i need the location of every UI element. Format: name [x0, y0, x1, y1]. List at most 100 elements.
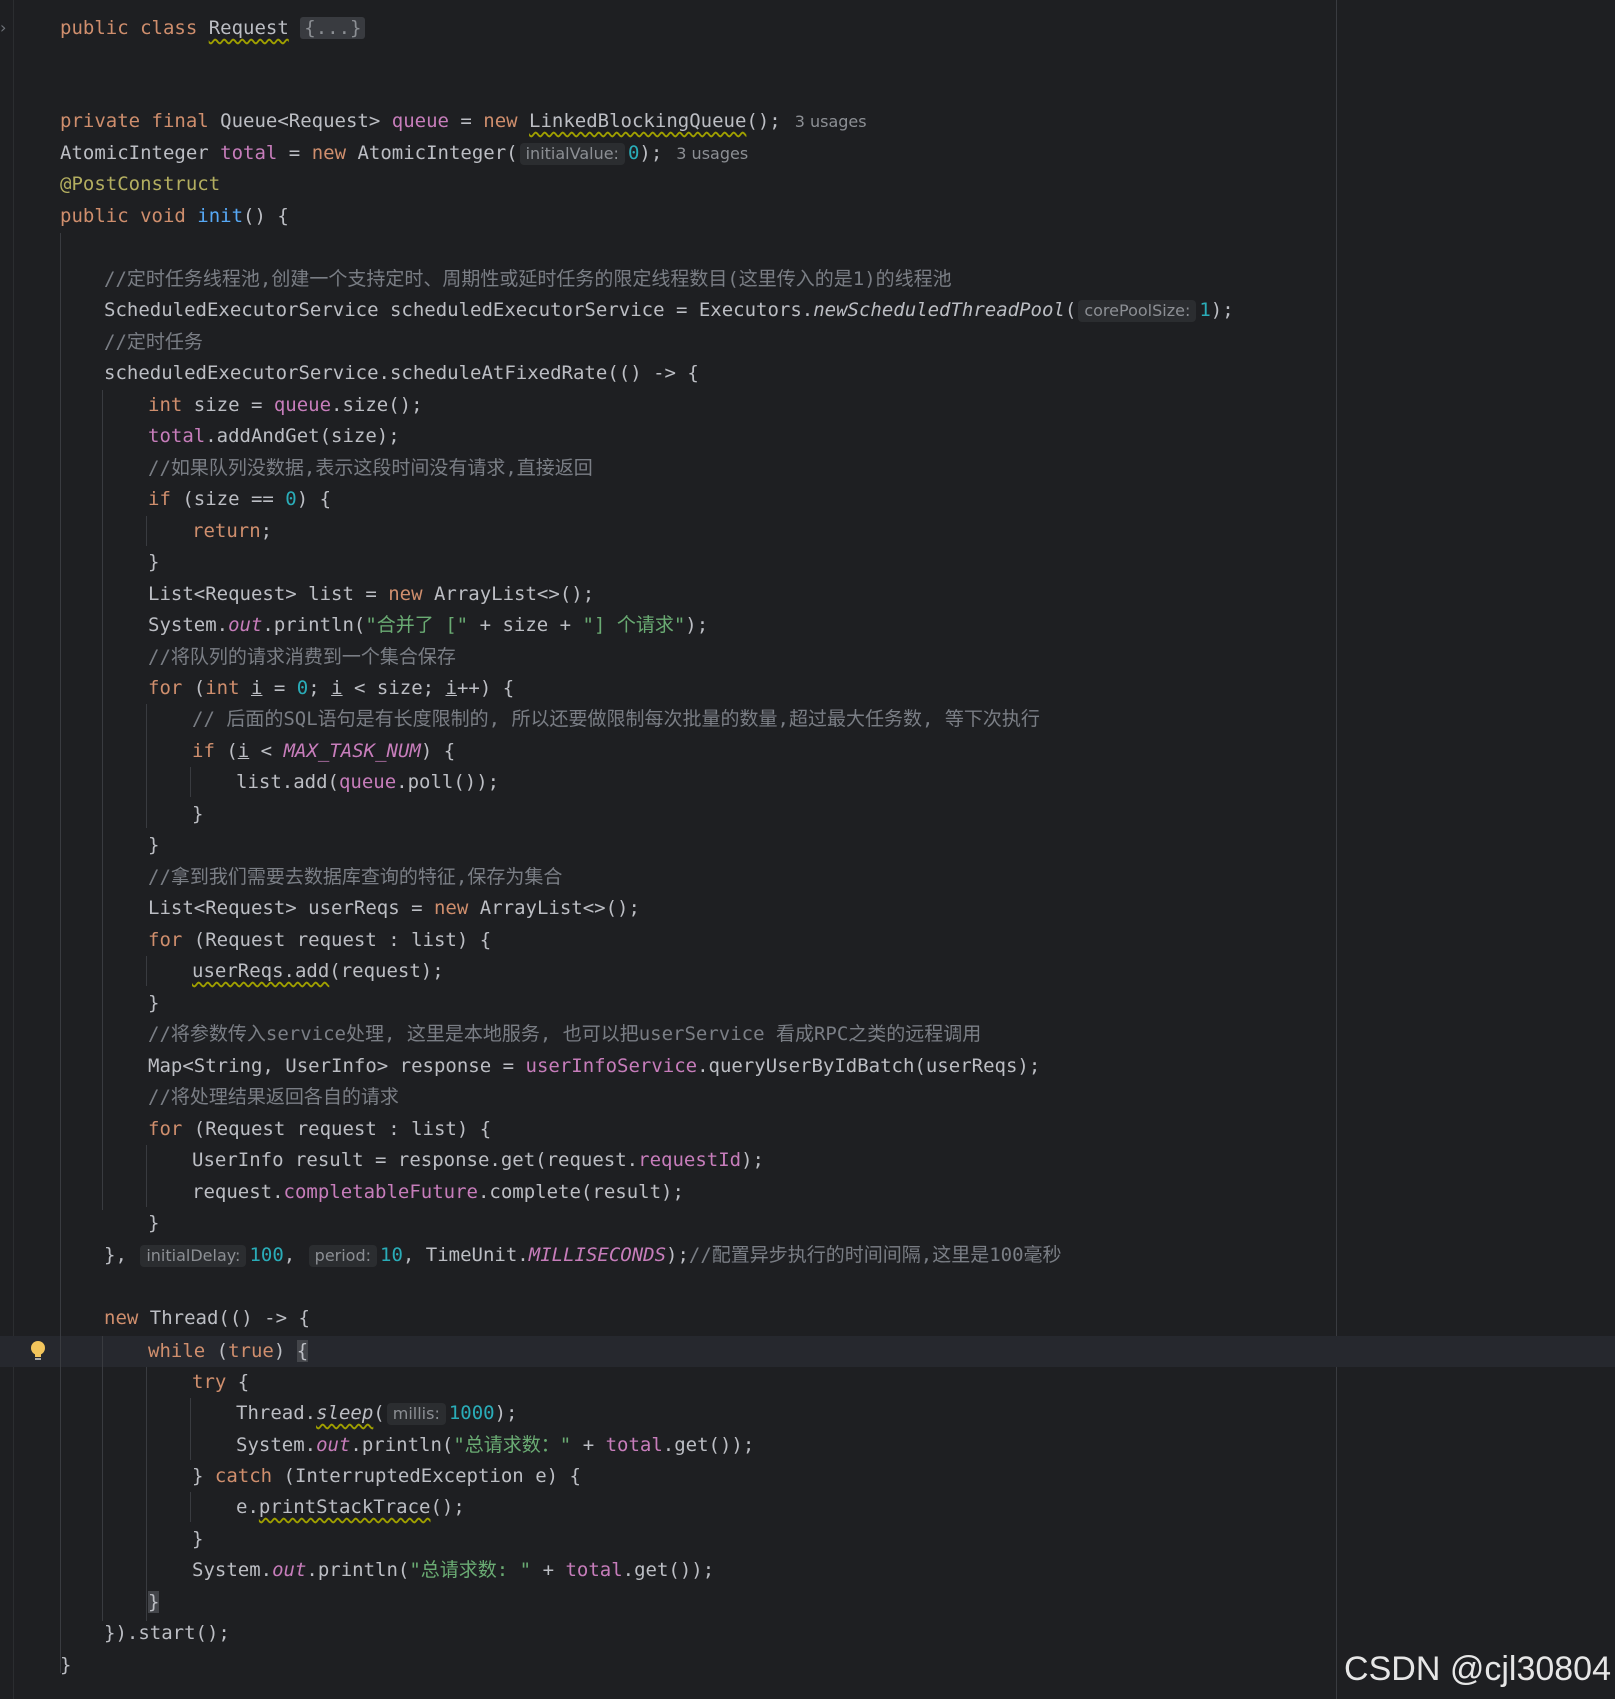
punctuation: (: [193, 677, 206, 699]
code-line-init-decl[interactable]: public void init() {: [60, 201, 289, 232]
code-line-class-decl[interactable]: public class Request {...}: [60, 13, 366, 44]
loop-variable: i: [331, 677, 343, 699]
statement-text: =: [262, 677, 297, 699]
static-method-name: sleep: [316, 1402, 374, 1424]
watermark-text: CSDN @cjl30804: [1344, 1650, 1611, 1688]
code-line-catch[interactable]: } catch (InterruptedException e) {: [192, 1461, 581, 1492]
code-line-while[interactable]: while (true) {: [148, 1336, 309, 1367]
code-line-close-brace[interactable]: }: [148, 988, 159, 1019]
punctuation: ;: [308, 677, 332, 699]
code-line-userreqs-add[interactable]: userReqs.add(request);: [192, 956, 444, 987]
code-comment[interactable]: //拿到我们需要去数据库查询的特征,保存为集合: [148, 862, 562, 893]
keyword: for: [148, 677, 194, 699]
code-line-pool-decl[interactable]: ScheduledExecutorService scheduledExecut…: [104, 295, 1234, 326]
field-name: total: [148, 425, 206, 447]
punctuation: (: [1064, 299, 1077, 321]
keyword: new: [388, 583, 434, 605]
operator: <: [249, 740, 284, 762]
indent-guide: [146, 956, 147, 986]
code-line-total-decl[interactable]: AtomicInteger total = new AtomicInteger(…: [60, 138, 748, 169]
statement-text: ArrayList<>();: [433, 583, 595, 605]
punctuation: ();: [430, 1496, 465, 1518]
indent-guide: [146, 1145, 147, 1207]
code-line-close-brace[interactable]: }: [192, 799, 203, 830]
code-line-list-decl[interactable]: List<Request> list = new ArrayList<>();: [148, 579, 594, 610]
class-name[interactable]: Request: [209, 17, 289, 39]
code-line-if-max[interactable]: if (i < MAX_TASK_NUM) {: [192, 736, 455, 767]
field-name: userInfoService: [525, 1055, 698, 1077]
code-line-schedule-open[interactable]: scheduledExecutorService.scheduleAtFixed…: [104, 358, 699, 389]
code-line-return[interactable]: return;: [192, 516, 272, 547]
code-line-if-size[interactable]: if (size == 0) {: [148, 484, 331, 515]
number-literal: 0: [296, 677, 309, 699]
code-line-list-add[interactable]: list.add(queue.poll());: [236, 767, 499, 798]
code-line-print-total[interactable]: System.out.println("总请求数：" + total.get()…: [236, 1430, 754, 1461]
indent-guide: [146, 1367, 147, 1621]
punctuation: ,: [283, 1244, 307, 1266]
usages-hint[interactable]: 3 usages: [676, 144, 748, 163]
code-comment[interactable]: // 后面的SQL语句是有长度限制的, 所以还要做限制每次批量的数量,超过最大任…: [192, 704, 1040, 735]
code-comment[interactable]: //如果队列没数据,表示这段时间没有请求,直接返回: [148, 453, 593, 484]
code-line-close-brace[interactable]: }: [148, 547, 159, 578]
keyword: new: [104, 1307, 150, 1329]
code-line-size[interactable]: int size = queue.size();: [148, 390, 423, 421]
punctuation: (: [373, 1402, 385, 1424]
code-line-complete[interactable]: request.completableFuture.complete(resul…: [192, 1177, 684, 1208]
punctuation: ();: [746, 110, 781, 132]
right-margin-guide: [1336, 0, 1337, 1699]
number-literal: 0: [285, 488, 297, 510]
keyword: new: [433, 897, 480, 919]
chevron-right-icon[interactable]: ›: [0, 18, 6, 37]
code-line-close-brace[interactable]: }: [60, 1650, 71, 1681]
code-line-annotation[interactable]: @PostConstruct: [60, 169, 220, 200]
code-line-try[interactable]: try {: [192, 1367, 249, 1398]
statement-text: Map<String, UserInfo> response =: [148, 1055, 526, 1077]
code-line-for-request[interactable]: for (Request request : list) {: [148, 1114, 491, 1145]
code-line-close-brace[interactable]: }: [148, 1587, 160, 1618]
usages-hint[interactable]: 3 usages: [795, 112, 867, 131]
code-line-print-total[interactable]: System.out.println("总请求数: " + total.get(…: [192, 1555, 714, 1586]
code-editor[interactable]: › public class Request {...} private fin…: [0, 0, 1615, 1699]
code-line-close-brace[interactable]: }: [148, 1208, 159, 1239]
keyword: return: [192, 520, 261, 542]
statement-text: size =: [193, 394, 274, 416]
code-line-sleep[interactable]: Thread.sleep(millis: 1000);: [236, 1398, 517, 1429]
code-line-print-merge[interactable]: System.out.println("合并了 [" + size + "] 个…: [148, 610, 708, 641]
keyword: true: [228, 1340, 274, 1362]
code-comment[interactable]: //将处理结果返回各自的请求: [148, 1082, 399, 1113]
keyword: new: [311, 142, 358, 164]
code-comment[interactable]: //定时任务线程池,创建一个支持定时、周期性或延时任务的限定线程数目(这里传入的…: [104, 264, 952, 295]
code-line-map[interactable]: Map<String, UserInfo> response = userInf…: [148, 1051, 1040, 1082]
code-comment[interactable]: //将参数传入service处理, 这里是本地服务, 也可以把userServi…: [148, 1019, 981, 1050]
code-line-queue-decl[interactable]: private final Queue<Request> queue = new…: [60, 106, 867, 137]
method-name: init: [197, 205, 244, 227]
statement-text: list.add(: [236, 771, 339, 793]
punctuation: ;: [260, 520, 273, 542]
code-line-close-brace[interactable]: }: [192, 1524, 203, 1555]
code-line-add[interactable]: total.addAndGet(size);: [148, 421, 400, 452]
lightbulb-icon[interactable]: [29, 1340, 47, 1362]
statement-text: .queryUserByIdBatch(userReqs);: [697, 1055, 1041, 1077]
string-literal: "] 个请求": [582, 614, 686, 636]
code-line-close-brace[interactable]: }: [148, 830, 159, 861]
statement-text: e.: [236, 1496, 259, 1518]
code-line-for-i[interactable]: for (int i = 0; i < size; i++) {: [148, 673, 514, 704]
code-line-result[interactable]: UserInfo result = response.get(request.r…: [192, 1145, 764, 1176]
keyword: private final: [60, 110, 221, 132]
code-comment[interactable]: //定时任务: [104, 327, 203, 358]
statement-text: .get());: [622, 1559, 715, 1581]
indent-guide: [190, 1492, 191, 1522]
string-literal: "合并了 [": [365, 614, 469, 636]
folded-region[interactable]: {...}: [300, 17, 366, 39]
code-line-thread-open[interactable]: new Thread(() -> {: [104, 1303, 310, 1334]
code-line-schedule-close[interactable]: }, initialDelay: 100, period: 10, TimeUnit…: [104, 1240, 1062, 1271]
code-line-for-request[interactable]: for (Request request : list) {: [148, 925, 491, 956]
type-name: Queue<Request>: [220, 110, 392, 132]
code-line-stack-trace[interactable]: e.printStackTrace();: [236, 1492, 465, 1523]
code-line-start[interactable]: }).start();: [104, 1618, 230, 1649]
statement-text: .complete(result);: [477, 1181, 684, 1203]
method-call: userReqs.add: [192, 960, 330, 982]
code-comment[interactable]: //将队列的请求消费到一个集合保存: [148, 642, 456, 673]
code-line-userreqs-decl[interactable]: List<Request> userReqs = new ArrayList<>…: [148, 893, 640, 924]
keyword: for: [148, 929, 194, 951]
